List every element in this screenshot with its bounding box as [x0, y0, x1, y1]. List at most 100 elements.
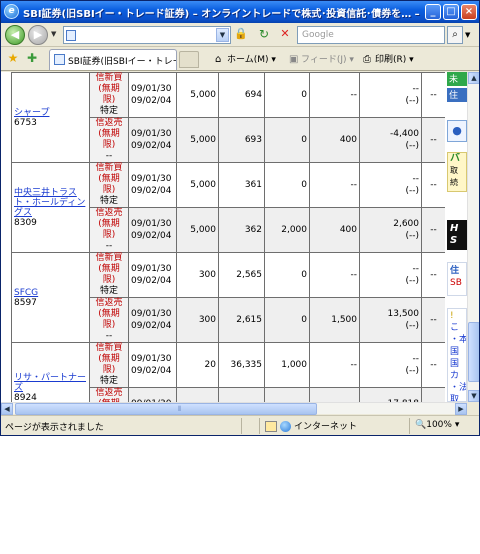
stock-name-cell: リサ・パートナーズ 8924 — [11, 342, 90, 403]
favorites-star-icon[interactable]: ★ — [6, 51, 20, 65]
stop-icon[interactable]: ✕ — [278, 27, 292, 42]
stock-name-link[interactable]: リサ・パートナーズ — [14, 373, 87, 393]
profit-loss-pending: (--) — [405, 141, 419, 151]
vertical-scroll-thumb[interactable] — [468, 322, 479, 382]
stock-name-link[interactable]: 中央三井トラスト・ホールディングス — [14, 188, 87, 218]
zoom-control[interactable]: 🔍100% ▾ — [415, 420, 459, 430]
feed-icon: ▣ — [289, 54, 299, 65]
sidebar-black-banner[interactable]: H S — [447, 220, 467, 250]
window-title: SBI証券(旧SBIイー・トレード証券) – オンライントレードで株式･投資信託… — [23, 9, 421, 20]
trade-type: 信新買 — [95, 253, 123, 263]
security-zone[interactable]: インターネット — [265, 419, 357, 432]
horizontal-scrollbar[interactable]: ◀ ⦀ ▶ — [1, 402, 467, 415]
interest-cell: -- — [309, 342, 360, 388]
url-dropdown-icon[interactable]: ▼ — [216, 28, 229, 42]
home-button[interactable]: ⌂ ホーム(M) ▾ — [215, 52, 276, 65]
sidebar-notice: ! こ・本国国カ・法取・夕 — [447, 308, 467, 402]
stock-name-link[interactable]: SFCG — [14, 288, 87, 298]
lock-icon[interactable]: 🔒 — [234, 27, 248, 42]
fee-cell: 0 — [264, 117, 310, 163]
quantity-cell: 5,000 — [176, 72, 219, 118]
notice-item[interactable]: 取 — [450, 394, 466, 401]
extra-cell: -- — [421, 117, 446, 163]
price-cell: 2,565 — [218, 252, 265, 298]
search-button[interactable]: ⌕ — [447, 26, 463, 44]
extra-cell: -- — [421, 162, 446, 208]
date-cell: 09/01/3009/02/04 — [128, 387, 177, 402]
tab-sbi[interactable]: SBI証券(旧SBIイー・トレー... — [49, 49, 177, 70]
history-dropdown-icon[interactable]: ▼ — [51, 30, 56, 38]
fee-cell: 2,000 — [264, 207, 310, 253]
trade-term: (無期限) — [98, 84, 120, 105]
trade-type: 信新買 — [95, 73, 123, 83]
interest-cell: 400 — [309, 207, 360, 253]
profit-loss-pending: (--) — [405, 231, 419, 241]
settle-date: 09/02/04 — [131, 141, 172, 151]
scroll-left-arrow-icon[interactable]: ◀ — [1, 403, 13, 415]
settle-date: 09/02/04 — [131, 366, 172, 376]
sidebar-yellow-banner[interactable]: バ 取 続 — [447, 152, 467, 192]
new-tab-button[interactable] — [179, 51, 199, 68]
settle-date: 09/02/04 — [131, 186, 172, 196]
sidebar-bank-banner[interactable]: 住 SB — [447, 262, 467, 296]
refresh-icon[interactable]: ↻ — [257, 27, 271, 42]
trade-type: 信新買 — [95, 163, 123, 173]
profit-loss-pending: (--) — [405, 366, 419, 376]
add-favorite-icon[interactable]: ✚ — [25, 51, 39, 65]
horizontal-scroll-thumb[interactable]: ⦀ — [15, 403, 317, 415]
price-cell: 362 — [218, 207, 265, 253]
trade-term: (無期限) — [98, 219, 120, 240]
back-button[interactable]: ◀ — [5, 25, 25, 45]
sidebar-blue-banner[interactable]: 住 — [447, 88, 467, 102]
order-row: SFCG 8597 信新買 (無期限) 特定 09/01/30 09/02/04 300 2,5… — [11, 252, 446, 343]
profit-loss-cell: 2,600 (--) — [359, 207, 422, 253]
search-input[interactable]: Google — [297, 26, 445, 44]
fee-cell: 0 — [264, 72, 310, 118]
home-icon: ⌂ — [215, 54, 222, 65]
profit-loss: 2,600 — [393, 219, 419, 229]
sidebar-circle-button[interactable]: ● — [447, 120, 467, 142]
date-cell: 09/01/3009/02/04 — [128, 207, 177, 253]
settle-date: 09/02/04 — [131, 231, 172, 241]
zoom-icon: 🔍 — [415, 420, 427, 430]
forward-button[interactable]: ▶ — [28, 25, 48, 45]
notice-item[interactable]: 国 — [450, 346, 466, 358]
notice-item[interactable]: カ — [450, 370, 466, 382]
trade-type: 信返売 — [95, 298, 123, 308]
close-button[interactable]: × — [461, 4, 477, 20]
stock-name-link[interactable]: シャープ — [14, 108, 87, 118]
url-field[interactable]: ▼ — [63, 26, 231, 44]
sidebar-green-banner[interactable]: 未 — [447, 72, 467, 86]
scroll-right-arrow-icon[interactable]: ▶ — [455, 403, 467, 415]
notice-item[interactable]: 国 — [450, 358, 466, 370]
feed-button[interactable]: ▣ フィード(J) ▾ — [289, 52, 354, 65]
maximize-button[interactable]: □ — [443, 4, 459, 20]
date-cell: 09/01/3009/02/04 — [128, 117, 177, 163]
trade-type-cell: 信新買 (無期限) 特定 — [89, 72, 129, 118]
notice-item[interactable]: ・本 — [450, 334, 466, 346]
quantity-cell: 300 — [176, 252, 219, 298]
trade-type-cell: 信新買 (無期限) 特定 — [89, 252, 129, 298]
print-button[interactable]: ⎙ 印刷(R) ▾ — [363, 52, 414, 65]
scroll-up-arrow-icon[interactable]: ▲ — [468, 72, 479, 84]
notice-item[interactable]: ・法 — [450, 382, 466, 394]
stock-code: 8924 — [14, 392, 37, 403]
minimize-button[interactable]: _ — [425, 4, 441, 20]
scroll-down-arrow-icon[interactable]: ▼ — [468, 390, 479, 402]
title-bar: e SBI証券(旧SBIイー・トレード証券) – オンライントレードで株式･投資… — [1, 1, 479, 23]
notice-item[interactable]: こ — [450, 322, 466, 334]
grip-icon: ⦀ — [178, 405, 182, 413]
search-options-icon[interactable]: ▼ — [465, 31, 470, 39]
stock-code: 8597 — [14, 297, 37, 308]
stock-name-cell: 中央三井トラスト・ホールディングス 8309 — [11, 162, 90, 253]
profit-loss-cell: 17,818(--) — [359, 387, 422, 402]
trade-term: (無期限) — [98, 129, 120, 150]
trade-type: 信返売 — [95, 208, 123, 218]
interest-cell: 1,500 — [309, 297, 360, 343]
order-date: 09/01/30 — [131, 174, 172, 184]
stock-code: 6753 — [14, 117, 37, 128]
trade-term: (無期限) — [98, 174, 120, 195]
profit-loss-pending: (--) — [405, 276, 419, 286]
right-sidebar: 未 住 ● バ 取 続 H S 住 SB ! こ・本国国カ・法取・夕 — [445, 72, 467, 402]
vertical-scrollbar[interactable]: ▲ ▼ — [467, 72, 479, 402]
